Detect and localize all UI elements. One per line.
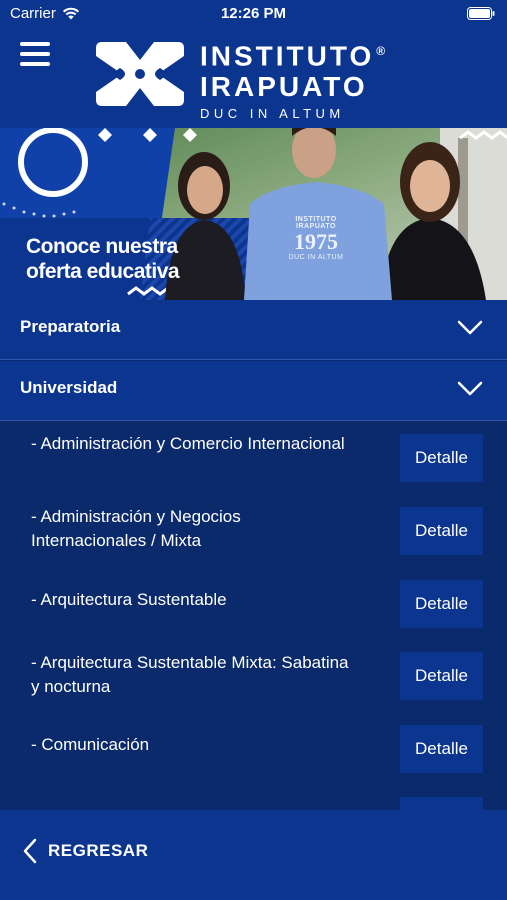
logo-mark-icon — [96, 42, 184, 106]
promo-banner[interactable]: INSTITUTO IRAPUATO 1975 DUC IN ALTUM Con… — [0, 128, 507, 300]
shirt-print-line1: INSTITUTO IRAPUATO — [295, 216, 337, 230]
banner-caption-line1: Conoce nuestra — [26, 235, 178, 258]
list-item: - Arquitectura Sustentable Mixta: Sabati… — [0, 651, 507, 723]
detail-button[interactable]: Detalle — [400, 580, 483, 628]
list-item: - Administración y Negocios Internaciona… — [0, 505, 507, 577]
chevron-down-icon — [457, 381, 483, 396]
chevron-left-icon — [23, 838, 37, 864]
shirt-print-line2: DUC IN ALTUM — [288, 254, 344, 261]
shirt-print: INSTITUTO IRAPUATO 1975 DUC IN ALTUM — [276, 216, 356, 261]
section-preparatoria[interactable]: Preparatoria — [0, 300, 507, 360]
status-time: 12:26 PM — [220, 5, 287, 22]
battery-icon — [467, 7, 495, 24]
detail-button[interactable]: Detalle — [400, 725, 483, 773]
program-list[interactable]: - Administración y Comercio Internaciona… — [0, 422, 507, 810]
hamburger-menu-icon[interactable] — [20, 42, 50, 66]
section-label: Universidad — [20, 378, 118, 397]
detail-button[interactable]: Detalle — [400, 652, 483, 700]
app-header: INSTITUTO ® IRAPUATO DUC IN ALTUM — [0, 28, 507, 128]
list-item: - Administración y Comercio Internaciona… — [0, 432, 507, 504]
section-label: Preparatoria — [20, 317, 121, 336]
logo-title-line2: IRAPUATO — [200, 71, 368, 103]
program-label: - Arquitectura Sustentable Mixta: Sabati… — [31, 653, 349, 696]
list-item: - Comunicación Detalle — [0, 724, 507, 796]
banner-caption: Conoce nuestra oferta educativa — [26, 234, 180, 284]
program-label: - Arquitectura Sustentable — [31, 590, 227, 609]
institution-logo: INSTITUTO ® IRAPUATO DUC IN ALTUM — [96, 36, 416, 121]
list-item: - Arquitectura Sustentable Detalle — [0, 578, 507, 650]
banner-caption-line2: oferta educativa — [26, 260, 180, 283]
shirt-print-number: 1975 — [294, 229, 338, 254]
footer-bar: REGRESAR — [0, 810, 507, 900]
chevron-down-icon — [457, 320, 483, 335]
program-label: - Administración y Comercio Internaciona… — [31, 434, 345, 453]
section-universidad[interactable]: Universidad — [0, 361, 507, 421]
logo-title-line1: INSTITUTO — [200, 40, 375, 72]
registered-mark: ® — [376, 44, 389, 58]
back-button[interactable]: REGRESAR — [22, 838, 148, 864]
detail-button[interactable] — [400, 797, 483, 810]
status-bar: Carrier 12:26 PM — [0, 0, 507, 28]
program-label: - Comunicación — [31, 735, 150, 754]
logo-text: INSTITUTO ® IRAPUATO DUC IN ALTUM — [200, 36, 388, 121]
detail-button[interactable]: Detalle — [400, 507, 483, 555]
list-item — [0, 797, 507, 810]
detail-button[interactable]: Detalle — [400, 434, 483, 482]
program-label: - Administración y Negocios Internaciona… — [31, 507, 241, 550]
logo-motto: DUC IN ALTUM — [200, 106, 345, 122]
back-label: REGRESAR — [48, 841, 149, 860]
